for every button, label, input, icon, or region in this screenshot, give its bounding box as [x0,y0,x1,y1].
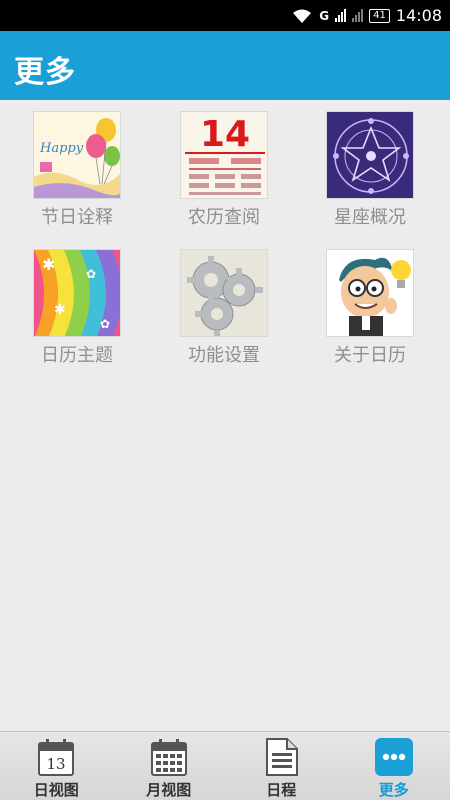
more-dots-icon [374,738,413,776]
svg-text:✱: ✱ [54,302,66,318]
tab-more[interactable]: 更多 [338,732,450,800]
svg-text:✱: ✱ [42,255,55,274]
tab-label: 日视图 [33,781,79,799]
bottom-tab-bar: 13 日视图 月视图 日程 更多 [0,731,450,800]
battery-icon: 41 [369,8,390,23]
grid-item-label: 星座概况 [334,207,406,228]
tab-label: 更多 [378,781,409,799]
svg-text:Happy: Happy [39,141,84,156]
tab-label: 月视图 [146,781,192,799]
grid-item-label: 功能设置 [188,345,260,366]
zodiac-icon [326,111,414,199]
svg-text:✿: ✿ [86,267,96,281]
theme-icon: ✱ ✿ ✱ ✿ [33,249,121,337]
calendar-day-number: 14 [200,114,250,155]
grid-item-about[interactable]: 关于日历 [298,249,438,375]
balloon-icon: Happy [33,111,121,199]
signal-icon [335,9,347,22]
gears-icon [180,249,268,337]
tab-day-view[interactable]: 13 日视图 [0,732,113,800]
grid-item-theme[interactable]: ✱ ✿ ✱ ✿ 日历主题 [5,249,145,375]
tab-schedule[interactable]: 日程 [225,732,338,800]
clock: 14:08 [395,6,442,25]
grid-item-settings[interactable]: 功能设置 [152,249,292,375]
grid-item-label: 日历主题 [41,345,113,366]
signal-weak-icon [352,9,364,22]
tab-month-view[interactable]: 月视图 [113,732,226,800]
day-number: 13 [47,755,66,773]
status-bar: G 41 14:08 [0,0,450,31]
grid-item-lunar[interactable]: 14 农历查阅 [152,111,292,237]
cartoon-face-icon [326,249,414,337]
grid-item-label: 节日诠释 [41,207,113,228]
day-calendar-icon: 13 [38,739,75,776]
svg-text:✿: ✿ [100,317,110,331]
grid-item-zodiac[interactable]: 星座概况 [298,111,438,237]
grid-item-festival[interactable]: Happy 节日诠释 [5,111,145,237]
schedule-doc-icon [266,738,299,776]
month-calendar-icon [150,739,187,776]
calendar-14-icon: 14 [180,111,268,199]
grid-item-label: 农历查阅 [188,207,260,228]
app-header: 更多 [0,31,450,100]
network-type: G [319,8,330,23]
wifi-icon [293,9,312,23]
tab-label: 日程 [266,781,297,799]
page-title: 更多 [14,55,76,90]
grid-item-label: 关于日历 [334,345,406,366]
